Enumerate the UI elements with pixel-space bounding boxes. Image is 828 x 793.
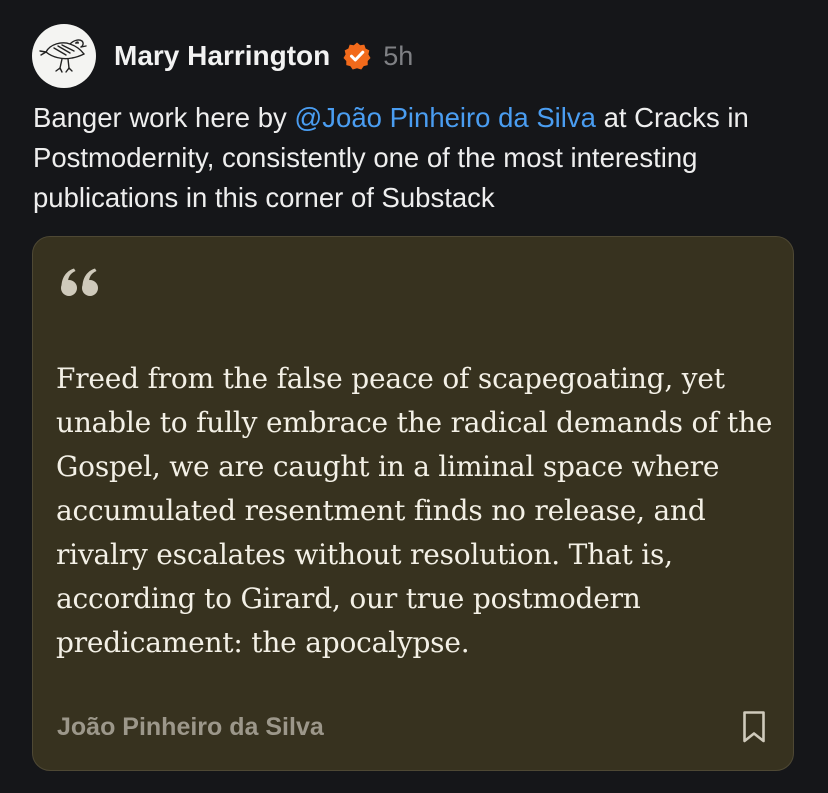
post-timestamp: 5h xyxy=(383,40,414,71)
quote-card[interactable]: Freed from the false peace of scapegoati… xyxy=(32,236,794,771)
quotation-mark-icon xyxy=(60,267,102,304)
post-header: Mary Harrington 5h xyxy=(32,24,413,88)
quote-text: Freed from the false peace of scapegoati… xyxy=(56,362,773,659)
bookmark-icon[interactable] xyxy=(739,707,769,747)
bird-drawing-icon xyxy=(39,39,87,73)
note-post: Mary Harrington 5h Banger work here by @… xyxy=(0,0,828,793)
mention-link[interactable]: @João Pinheiro da Silva xyxy=(294,102,596,133)
author-name[interactable]: Mary Harrington xyxy=(114,40,330,72)
quote-author: João Pinheiro da Silva xyxy=(57,713,324,741)
post-body: Banger work here by @João Pinheiro da Si… xyxy=(33,98,803,218)
verified-check-icon xyxy=(342,41,372,71)
post-body-prefix: Banger work here by xyxy=(33,102,295,133)
avatar[interactable] xyxy=(32,24,96,88)
